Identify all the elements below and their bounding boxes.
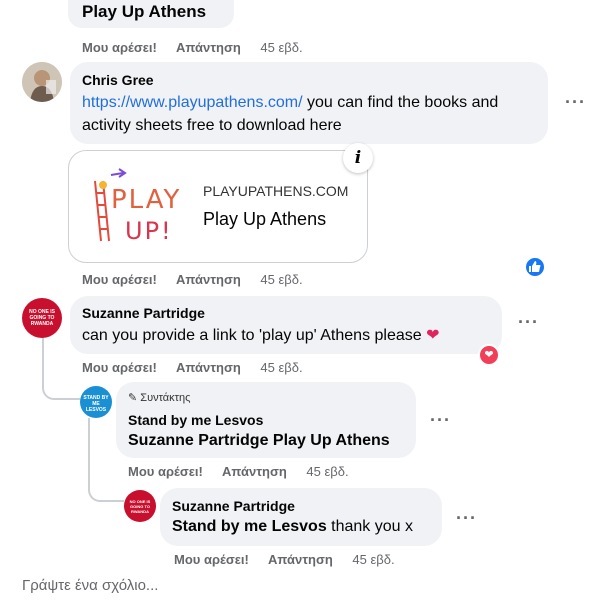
love-reaction-icon[interactable]: ❤ <box>478 344 500 366</box>
reply2-actions: Μου αρέσει! Απάντηση 45 εβδ. <box>174 552 411 567</box>
like-button[interactable]: Μου αρέσει! <box>82 360 157 375</box>
reply1-actions: Μου αρέσει! Απάντηση 45 εβδ. <box>128 464 365 479</box>
comment-link[interactable]: https://www.playupathens.com/ <box>82 94 303 111</box>
comment-text: Stand by me Lesvos thank you x <box>172 518 413 535</box>
avatar-stand-by-me-lesvos[interactable]: STAND BY ME LESVOS <box>80 386 112 418</box>
reply-button[interactable]: Απάντηση <box>268 552 333 567</box>
info-icon[interactable]: i <box>343 143 373 173</box>
like-button[interactable]: Μου αρέσει! <box>82 272 157 287</box>
logo-text-up: UP! <box>125 217 173 245</box>
comment-author[interactable]: Chris Gree <box>82 72 154 88</box>
timestamp: 45 εβδ. <box>260 272 303 287</box>
mention-link[interactable]: Stand by me Lesvos <box>172 518 327 535</box>
preview-domain: PLAYUPATHENS.COM <box>203 183 349 199</box>
comment-text: can you provide a link to 'play up' Athe… <box>82 327 440 344</box>
avatar-badge-text: NO ONE IS GOING TO RWANDA <box>29 309 55 327</box>
timestamp: 45 εβδ. <box>306 464 349 479</box>
top-link-card[interactable]: Play Up Athens <box>68 0 234 28</box>
comment-bubble-suzanne: Suzanne Partridge can you provide a link… <box>70 296 502 354</box>
preview-title: Play Up Athens <box>203 209 327 229</box>
more-options-icon[interactable]: ··· <box>518 312 539 333</box>
like-button[interactable]: Μου αρέσει! <box>82 40 157 55</box>
author-badge: ✎ Συντάκτης <box>128 392 191 404</box>
comment2-actions: Μου αρέσει! Απάντηση 45 εβδ. <box>82 360 319 375</box>
timestamp: 45 εβδ. <box>352 552 395 567</box>
top-actions: Μου αρέσει! Απάντηση 45 εβδ. <box>82 40 319 55</box>
more-options-icon[interactable]: ··· <box>456 508 477 529</box>
timestamp: 45 εβδ. <box>260 40 303 55</box>
avatar-suzanne[interactable]: NO ONE IS GOING TO RWANDA <box>124 490 156 522</box>
comment-bubble-chris: Chris Gree https://www.playupathens.com/… <box>70 62 548 144</box>
like-button[interactable]: Μου αρέσει! <box>128 464 203 479</box>
avatar-photo <box>22 62 62 102</box>
comment-text: Suzanne Partridge Play Up Athens <box>128 432 390 449</box>
link-preview-card[interactable]: PLAY UP! PLAYUPATHENS.COM Play Up Athens… <box>68 143 373 263</box>
like-reaction-icon[interactable] <box>524 256 546 278</box>
pencil-icon: ✎ <box>128 392 138 404</box>
preview-logo: PLAY UP! <box>81 161 191 253</box>
logo-text-play: PLAY <box>111 185 182 215</box>
avatar-suzanne[interactable]: NO ONE IS GOING TO RWANDA <box>22 298 62 338</box>
avatar-chris-gree[interactable] <box>22 62 62 102</box>
comment-author[interactable]: Stand by me Lesvos <box>128 412 263 428</box>
comment1-actions: Μου αρέσει! Απάντηση 45 εβδ. <box>82 272 319 287</box>
reply-button[interactable]: Απάντηση <box>222 464 287 479</box>
top-card-title: Play Up Athens <box>82 2 207 21</box>
reply-button[interactable]: Απάντηση <box>176 272 241 287</box>
avatar-badge-text: STAND BY ME LESVOS <box>83 395 109 413</box>
reply-bubble-lesvos: ✎ Συντάκτης Stand by me Lesvos Suzanne P… <box>116 382 416 458</box>
more-options-icon[interactable]: ··· <box>430 410 451 431</box>
heart-emoji-icon: ❤ <box>426 327 440 344</box>
more-options-icon[interactable]: ··· <box>565 92 586 113</box>
comment-author[interactable]: Suzanne Partridge <box>82 305 205 321</box>
avatar-badge-text: NO ONE IS GOING TO RWANDA <box>129 499 151 514</box>
comment-text: https://www.playupathens.com/ you can fi… <box>82 91 542 137</box>
comment-author[interactable]: Suzanne Partridge <box>172 498 295 514</box>
reply-button[interactable]: Απάντηση <box>176 40 241 55</box>
like-button[interactable]: Μου αρέσει! <box>174 552 249 567</box>
timestamp: 45 εβδ. <box>260 360 303 375</box>
reply-bubble-suzanne: Suzanne Partridge Stand by me Lesvos tha… <box>160 488 442 546</box>
reply-button[interactable]: Απάντηση <box>176 360 241 375</box>
mention-link[interactable]: Suzanne Partridge <box>128 432 268 449</box>
write-comment-input[interactable]: Γράψτε ένα σχόλιο... <box>22 577 158 594</box>
